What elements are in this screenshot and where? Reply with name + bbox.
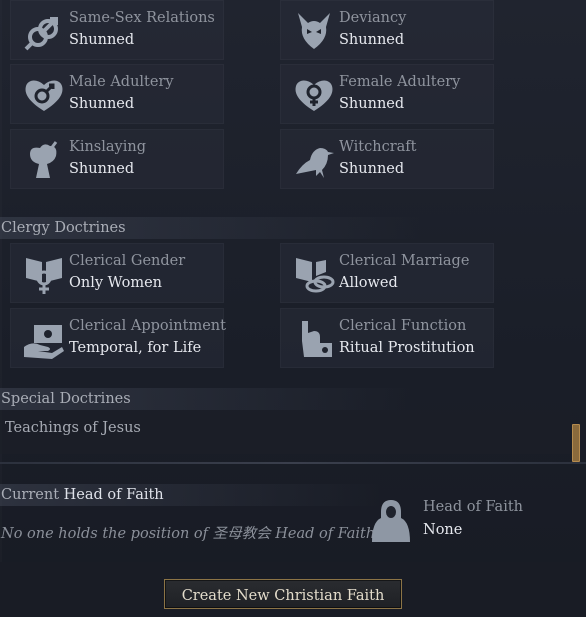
doctrine-witchcraft[interactable]: Witchcraft Shunned	[280, 129, 494, 189]
demon-head-icon	[291, 8, 337, 54]
gender-book-icon	[21, 251, 67, 297]
doctrine-value: Shunned	[69, 96, 135, 112]
head-of-faith-tile-value: None	[423, 522, 463, 538]
scrollbar[interactable]	[570, 0, 582, 462]
doctrine-value: Only Women	[69, 275, 162, 291]
clergy-doctrines-header: Clergy Doctrines	[0, 217, 421, 239]
doctrine-title: Female Adultery	[339, 74, 461, 90]
doctrine-value: Shunned	[339, 96, 405, 112]
doctrine-male-adultery[interactable]: Male Adultery Shunned	[10, 64, 224, 124]
special-doctrines-header: Special Doctrines	[0, 388, 421, 410]
doctrine-title: Witchcraft	[339, 139, 417, 155]
book-rings-icon	[291, 251, 337, 297]
doctrine-deviancy[interactable]: Deviancy Shunned	[280, 0, 494, 60]
doctrine-clerical-marriage[interactable]: Clerical Marriage Allowed	[280, 243, 494, 303]
doctrine-value: Shunned	[69, 32, 135, 48]
doctrine-value: Allowed	[339, 275, 398, 291]
head-of-faith-none-text: No one holds the position of 圣母教会 Head o…	[1, 526, 376, 542]
head-of-faith-header: Current Head of Faith	[0, 484, 381, 506]
doctrine-scroll-area[interactable]: Same-Sex Relations Shunned Deviancy Shun…	[0, 0, 570, 462]
special-doctrine-item[interactable]: Teachings of Jesus	[5, 420, 141, 436]
doctrine-title: Clerical Function	[339, 318, 467, 334]
divider	[0, 462, 586, 464]
head-of-faith-tile-title: Head of Faith	[423, 499, 523, 515]
male-heart-icon	[21, 72, 67, 118]
hand-letter-icon	[21, 316, 67, 362]
female-heart-icon	[291, 72, 337, 118]
broken-tree-icon	[21, 137, 67, 183]
doctrine-clerical-appointment[interactable]: Clerical Appointment Temporal, for Life	[10, 308, 226, 368]
head-of-faith-header-prefix: Current	[1, 487, 60, 503]
create-new-faith-button[interactable]: Create New Christian Faith	[164, 579, 402, 609]
doctrine-title: Clerical Gender	[69, 253, 186, 269]
doctrine-value: Ritual Prostitution	[339, 340, 475, 356]
doctrine-title: Clerical Appointment	[69, 318, 226, 334]
doctrine-value: Temporal, for Life	[69, 340, 202, 356]
doctrine-clerical-gender[interactable]: Clerical Gender Only Women	[10, 243, 224, 303]
doctrine-title: Male Adultery	[69, 74, 174, 90]
scrollbar-thumb[interactable]	[572, 424, 580, 462]
doctrine-same-sex-relations[interactable]: Same-Sex Relations Shunned	[10, 0, 224, 60]
doctrine-value: Shunned	[69, 161, 135, 177]
doctrine-title: Clerical Marriage	[339, 253, 470, 269]
doctrine-female-adultery[interactable]: Female Adultery Shunned	[280, 64, 494, 124]
raised-hand-figure-icon	[291, 316, 337, 362]
doctrine-title: Kinslaying	[69, 139, 146, 155]
doctrine-clerical-function[interactable]: Clerical Function Ritual Prostitution	[280, 308, 494, 368]
doctrine-title: Same-Sex Relations	[69, 10, 215, 26]
same-sex-symbol-icon	[21, 8, 67, 54]
raven-icon	[291, 137, 337, 183]
hooded-figure-icon[interactable]	[370, 498, 412, 544]
doctrine-value: Shunned	[339, 32, 405, 48]
head-of-faith-header-title: Head of Faith	[63, 487, 164, 503]
doctrine-kinslaying[interactable]: Kinslaying Shunned	[10, 129, 224, 189]
doctrine-title: Deviancy	[339, 10, 407, 26]
doctrine-value: Shunned	[339, 161, 405, 177]
